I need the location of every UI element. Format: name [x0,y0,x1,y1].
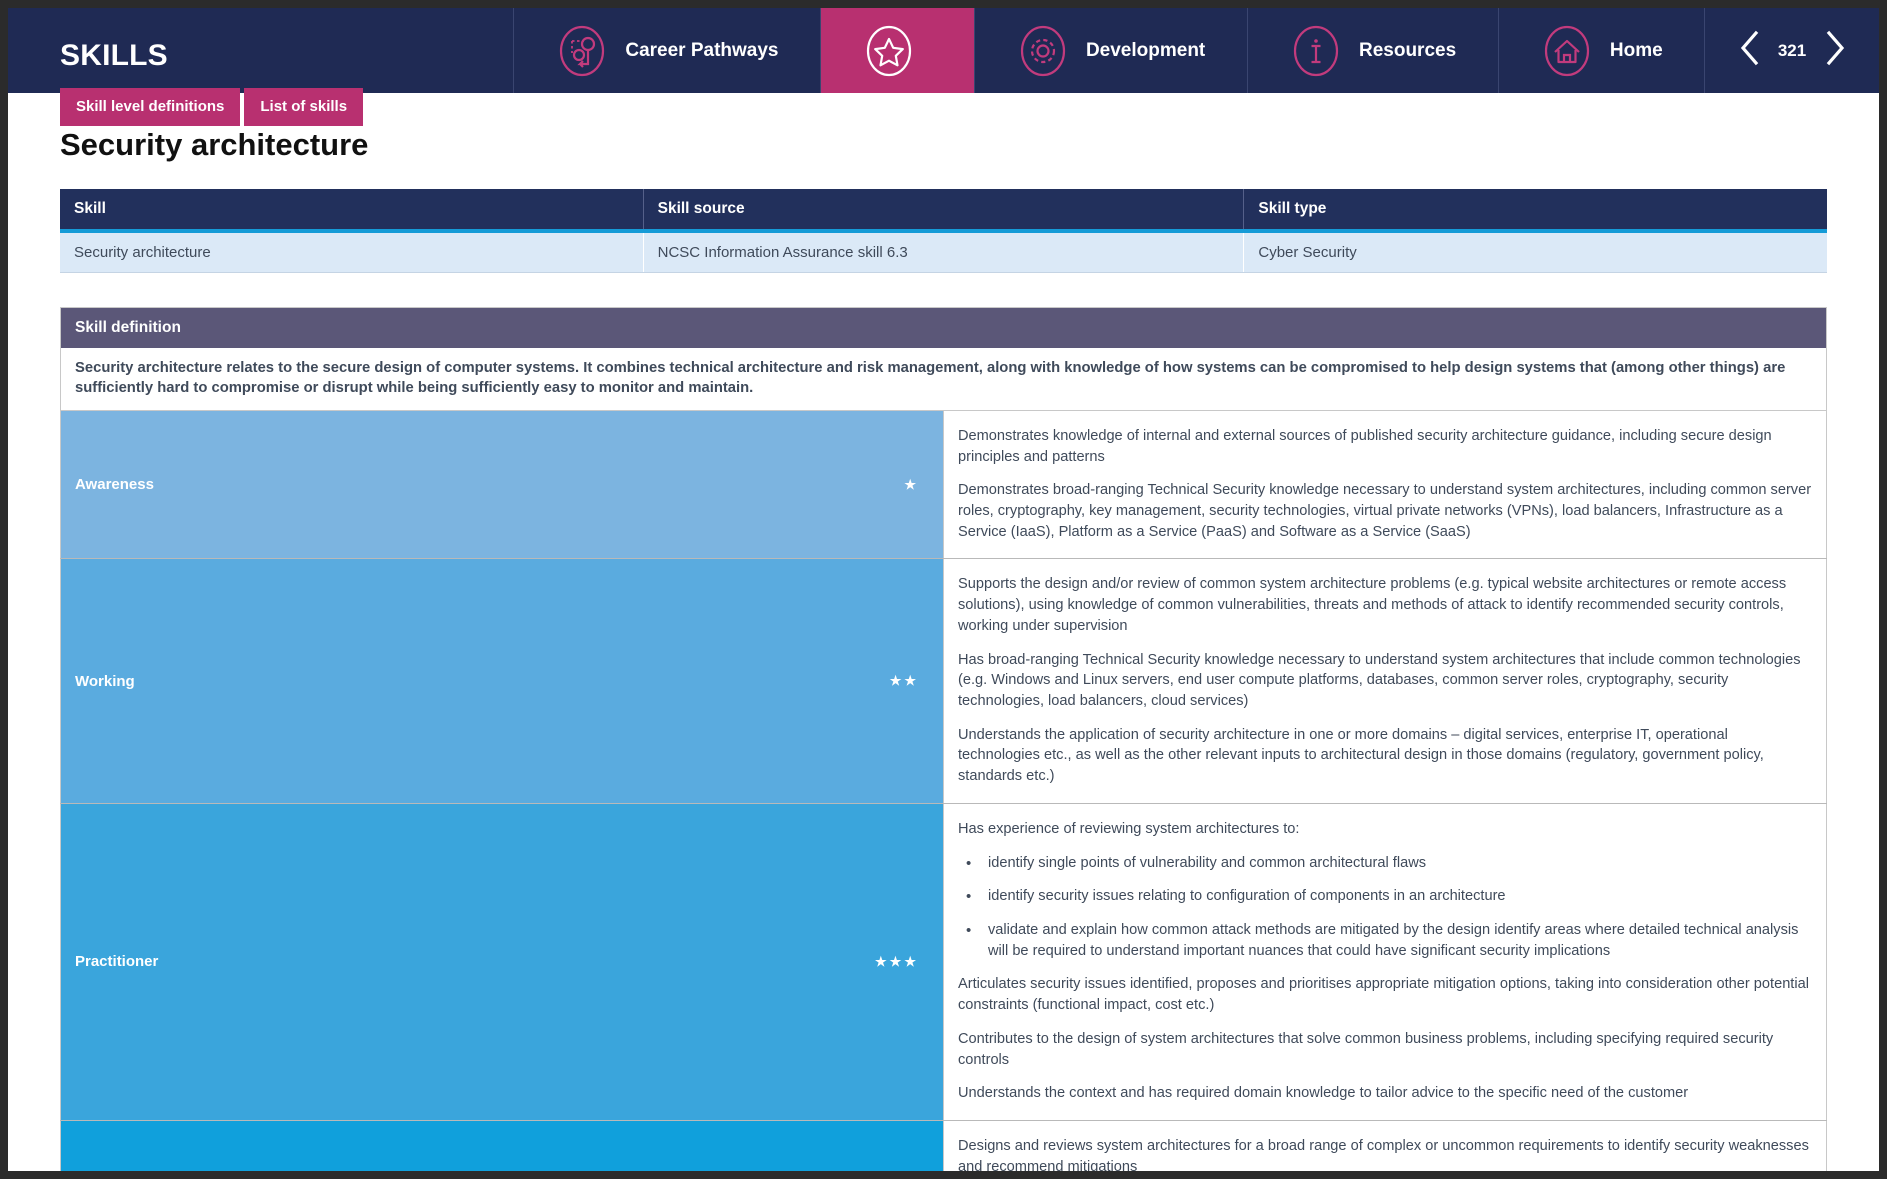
nav-item-label: Development [1085,39,1206,61]
level-label-practitioner: Practitioner ★★★ [60,803,944,1122]
level-body-awareness: Demonstrates knowledge of internal and e… [943,410,1827,560]
level-body-working: Supports the design and/or review of com… [943,558,1827,804]
star-icon [862,24,916,78]
home-icon [1540,24,1594,78]
column-header-skill-type: Skill type [1243,189,1827,233]
level-row-expert: Expert ★★★★ Designs and reviews system a… [60,1120,1827,1171]
level-label-expert: Expert ★★★★ [60,1120,944,1171]
top-navigation-bar: SKILLS Skill level definitions List of s… [8,8,1879,126]
cell-skill: Security architecture [60,231,644,273]
level-bullet-list: identify single points of vulnerability … [944,847,1826,969]
page-number: 321 [1777,40,1807,60]
level-item: Understands the context and has required… [958,1085,1689,1102]
definition-intro-text: Security architecture relates to the sec… [60,348,1827,411]
chevron-left-icon[interactable] [1736,28,1762,73]
nav-item-label: Resources [1358,39,1457,61]
nav-items: Career Pathways Development Resources Ho… [513,8,1704,93]
nav-item-skills[interactable] [819,8,974,93]
level-item: Demonstrates knowledge of internal and e… [958,427,1772,465]
level-item: Designs and reviews system architectures… [958,1138,1809,1171]
nav-item-resources[interactable]: Resources [1246,8,1498,93]
level-name: Practitioner [75,953,159,971]
app-frame: SKILLS Skill level definitions List of s… [8,8,1879,1171]
list-item: identify single points of vulnerability … [944,847,1826,881]
definition-heading-row: Skill definition [60,307,1827,348]
level-item: Articulates security issues identified, … [958,976,1809,1014]
level-stars: ★★ [889,673,919,689]
level-item: Supports the design and/or review of com… [958,576,1787,634]
info-icon [1289,24,1343,78]
cell-skill-source: NCSC Information Assurance skill 6.3 [643,231,1245,273]
nav-item-label: Home [1609,39,1663,61]
level-label-working: Working ★★ [60,558,944,804]
level-item: Has broad-ranging Technical Security kno… [958,651,1801,709]
level-name: Working [75,672,135,690]
table-row: Security architecture NCSC Information A… [60,231,1827,273]
level-item: Contributes to the design of system arch… [958,1030,1774,1068]
tab-list-of-skills[interactable]: List of skills [244,88,364,126]
header-tabs: Skill level definitions List of skills [60,88,364,126]
level-item: Understands the application of security … [958,726,1764,785]
table-header-row: Skill Skill source Skill type [60,189,1827,233]
brand-title: SKILLS [60,39,168,72]
level-body-expert: Designs and reviews system architectures… [943,1120,1827,1171]
nav-item-label: Career Pathways [625,39,779,61]
skill-summary-table: Skill Skill source Skill type Security a… [60,189,1827,273]
nav-item-development[interactable]: Development [973,8,1247,93]
level-row-practitioner: Practitioner ★★★ Has experience of revie… [60,803,1827,1122]
level-label-awareness: Awareness ★ [60,410,944,560]
level-row-working: Working ★★ Supports the design and/or re… [60,558,1827,804]
skill-definition-table: Skill definition Security architecture r… [60,307,1827,1171]
column-header-skill: Skill [60,189,644,233]
level-row-awareness: Awareness ★ Demonstrates knowledge of in… [60,410,1827,560]
chevron-right-icon[interactable] [1822,28,1848,73]
nav-item-career-pathways[interactable]: Career Pathways [513,8,820,93]
level-body-practitioner: Has experience of reviewing system archi… [943,803,1827,1122]
gear-icon [1016,24,1070,78]
level-item: Demonstrates broad-ranging Technical Sec… [958,482,1812,540]
nav-item-home[interactable]: Home [1497,8,1705,93]
list-item: identify security issues relating to con… [944,880,1826,914]
page-title: Security architecture [60,127,369,162]
level-name: Awareness [75,476,154,494]
career-pathways-icon [555,24,609,78]
brand-area: SKILLS Skill level definitions List of s… [8,8,513,126]
definition-heading: Skill definition [60,307,1827,348]
page-navigation: 321 [1704,8,1879,93]
column-header-skill-source: Skill source [643,189,1245,233]
list-item: validate and explain how common attack m… [944,914,1826,968]
level-item: Has experience of reviewing system archi… [958,820,1300,837]
definition-intro-row: Security architecture relates to the sec… [60,348,1827,411]
level-stars: ★ [904,476,919,492]
tab-skill-level-definitions[interactable]: Skill level definitions [60,88,241,126]
level-stars: ★★★ [875,953,919,969]
page-content: Security architecture Skill Skill source… [8,127,1879,1171]
cell-skill-type: Cyber Security [1243,231,1827,273]
